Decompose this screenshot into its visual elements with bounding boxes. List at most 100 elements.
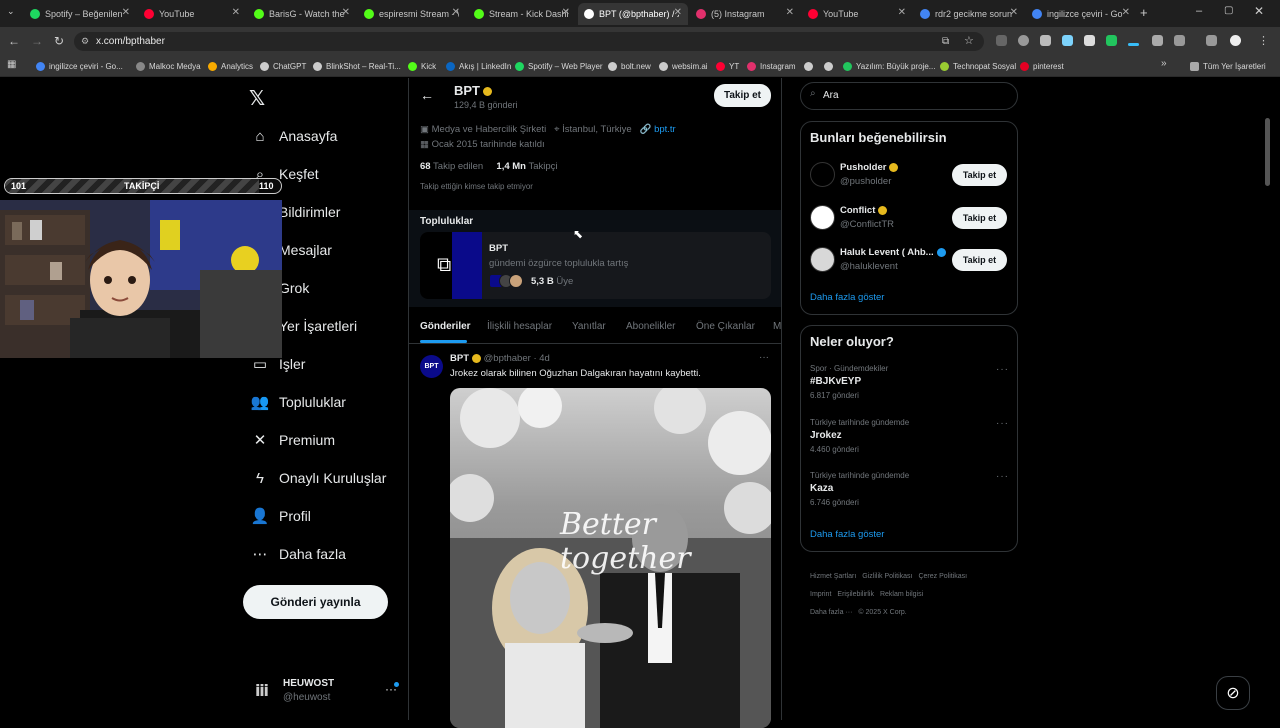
avatar[interactable] <box>810 247 835 272</box>
post-more-icon[interactable]: ··· <box>759 352 769 363</box>
bookmark-item[interactable]: Technopat Sosyal <box>940 59 1016 73</box>
follow-button[interactable]: Takip et <box>952 249 1007 271</box>
profile-follow-button[interactable]: Takip et <box>714 84 771 107</box>
bookmark-item[interactable]: ChatGPT <box>260 59 306 73</box>
tab-close-icon[interactable]: ✕ <box>232 7 240 18</box>
bookmark-item[interactable] <box>824 59 837 73</box>
footer-link[interactable]: Çerez Politikası <box>918 573 967 580</box>
reload-icon[interactable]: ↻ <box>54 34 64 48</box>
site-info-icon[interactable]: ⚙ <box>81 32 89 51</box>
bookmark-item[interactable]: BlinkShot – Real-Ti... <box>313 59 401 73</box>
post-author[interactable]: BPT <box>450 353 469 364</box>
tab-close-icon[interactable]: ✕ <box>1010 7 1018 18</box>
tab-close-icon[interactable]: ✕ <box>122 7 130 18</box>
browser-menu-icon[interactable]: ⋮ <box>1258 34 1269 47</box>
follow-button[interactable]: Takip et <box>952 207 1007 229</box>
tab-close-icon[interactable]: ✕ <box>1122 7 1130 18</box>
footer-link[interactable]: Gizlilik Politikası <box>862 573 912 580</box>
sidebar-item[interactable]: 👥 Topluluklar <box>251 393 346 411</box>
back-icon[interactable]: ← <box>8 34 20 48</box>
suggestion-item[interactable]: Haluk Levent ( Ahb... @haluklevent Takip… <box>810 245 1008 275</box>
footer-link[interactable]: Hizmet Şartları <box>810 573 856 580</box>
trend-item[interactable]: Türkiye tarihinde gündemde Kaza 6.746 gö… <box>810 471 1008 513</box>
grok-floating-button[interactable]: ⊘ <box>1216 676 1250 710</box>
browser-tab[interactable]: Stream - Kick Dashi ✕ <box>468 3 576 25</box>
browser-tab[interactable]: rdr2 gecikme sorun ✕ <box>914 3 1024 25</box>
profile-tab[interactable]: İlişkili hesaplar <box>487 321 552 332</box>
browser-tab[interactable]: YouTube ✕ <box>802 3 912 25</box>
browser-tab[interactable]: BPT (@bpthaber) / X ✕ <box>578 3 688 25</box>
footer-link[interactable]: Erişilebilirlik <box>837 591 874 598</box>
bookmark-item[interactable]: bolt.new <box>608 59 651 73</box>
tab-close-icon[interactable]: ✕ <box>342 7 350 18</box>
bookmark-star-icon[interactable]: ☆ <box>964 32 974 51</box>
suggestion-item[interactable]: Pusholder @pusholder Takip et <box>810 160 1008 190</box>
profile-tab[interactable]: Abonelikler <box>626 321 675 332</box>
post-button[interactable]: Gönderi yayınla <box>243 585 388 619</box>
footer-link[interactable]: Imprint <box>810 591 831 598</box>
page-scrollbar[interactable] <box>1265 118 1270 186</box>
profile-website[interactable]: bpt.tr <box>654 124 676 135</box>
profile-tab[interactable]: Gönderiler <box>420 321 471 332</box>
bookmark-item[interactable]: Spotify – Web Player <box>515 59 603 73</box>
extension-icon[interactable] <box>1128 43 1139 46</box>
tab-search-icon[interactable]: ⌄ <box>7 6 15 17</box>
profile-tab[interactable]: Yanıtlar <box>572 321 606 332</box>
browser-tab[interactable]: BarisG - Watch the ✕ <box>248 3 356 25</box>
bookmark-item[interactable]: Analytics <box>208 59 253 73</box>
extension-icon[interactable] <box>1106 35 1117 46</box>
bookmark-item[interactable]: YT <box>716 59 739 73</box>
minimize-icon[interactable]: – <box>1196 5 1202 17</box>
new-tab-button[interactable]: + <box>1140 5 1148 20</box>
browser-tab[interactable]: Spotify – Beğenilen ✕ <box>24 3 136 25</box>
footer-link[interactable]: Daha fazla ··· <box>810 609 852 616</box>
back-arrow-icon[interactable]: ← <box>420 87 434 103</box>
x-logo-icon[interactable]: 𝕏 <box>249 86 265 111</box>
following-link[interactable]: 68 Takip edilen <box>420 161 483 172</box>
bookmark-item[interactable]: Instagram <box>747 59 796 73</box>
tab-close-icon[interactable]: ✕ <box>452 7 460 18</box>
bookmark-item[interactable]: Yazılım: Büyük proje... <box>843 59 935 73</box>
tab-close-icon[interactable]: ✕ <box>562 7 570 18</box>
suggestion-item[interactable]: Conflict @ConflictTR Takip et <box>810 203 1008 233</box>
account-switcher[interactable]: ⅲ HEUWOST @heuwost ··· <box>255 677 405 709</box>
maximize-icon[interactable]: ▢ <box>1224 5 1233 16</box>
bookmark-item[interactable]: Kick <box>408 59 436 73</box>
post-image[interactable]: Better together <box>450 388 771 728</box>
follow-button[interactable]: Takip et <box>952 164 1007 186</box>
profile-icon[interactable] <box>1230 35 1241 46</box>
install-app-icon[interactable]: ⧉ <box>942 32 949 51</box>
address-bar[interactable]: ⚙ x.com/bpthaber ⧉ ☆ <box>74 32 984 51</box>
trend-more-icon[interactable]: ··· <box>996 418 1009 429</box>
extension-icon[interactable] <box>1152 35 1163 46</box>
extension-icon[interactable] <box>1062 35 1073 46</box>
avatar[interactable] <box>810 162 835 187</box>
sidebar-item[interactable]: ⌂ Anasayfa <box>251 127 337 145</box>
sidebar-item[interactable]: ⋯ Daha fazla <box>251 545 346 563</box>
suggestions-show-more[interactable]: Daha fazla göster <box>810 292 884 303</box>
post[interactable]: BPT BPT @bpthaber · 4d ··· Jrokez olarak… <box>409 344 781 728</box>
bookmarks-overflow-icon[interactable]: » <box>1161 58 1167 69</box>
extension-icon[interactable] <box>1040 35 1051 46</box>
browser-tab[interactable]: espiresmi Stream - \ ✕ <box>358 3 466 25</box>
trend-more-icon[interactable]: ··· <box>996 364 1009 375</box>
community-card[interactable]: ⧉ BPT gündemi özgürce toplulukla tartış … <box>420 232 771 299</box>
bookmark-item[interactable] <box>804 59 817 73</box>
profile-tab[interactable]: M <box>773 321 781 332</box>
all-bookmarks-folder[interactable]: Tüm Yer İşaretleri <box>1190 59 1266 73</box>
close-window-icon[interactable]: ✕ <box>1254 4 1264 18</box>
trend-item[interactable]: Türkiye tarihinde gündemde Jrokez 4.460 … <box>810 418 1008 460</box>
sidebar-item[interactable]: 👤 Profil <box>251 507 311 525</box>
tab-close-icon[interactable]: ✕ <box>898 7 906 18</box>
tab-close-icon[interactable]: ✕ <box>786 7 794 18</box>
bookmark-item[interactable]: pinterest <box>1020 59 1064 73</box>
extensions-puzzle-icon[interactable] <box>1174 35 1185 46</box>
profile-tab[interactable]: Öne Çıkanlar <box>696 321 755 332</box>
apps-grid-icon[interactable]: ▦ <box>7 59 16 70</box>
avatar[interactable] <box>810 205 835 230</box>
bookmark-item[interactable]: websim.ai <box>659 59 708 73</box>
trend-more-icon[interactable]: ··· <box>996 471 1009 482</box>
followers-link[interactable]: 1,4 Mn Takipçi <box>496 161 557 172</box>
trends-show-more[interactable]: Daha fazla göster <box>810 529 884 540</box>
sidebar-item[interactable]: ✕ Premium <box>251 431 335 449</box>
